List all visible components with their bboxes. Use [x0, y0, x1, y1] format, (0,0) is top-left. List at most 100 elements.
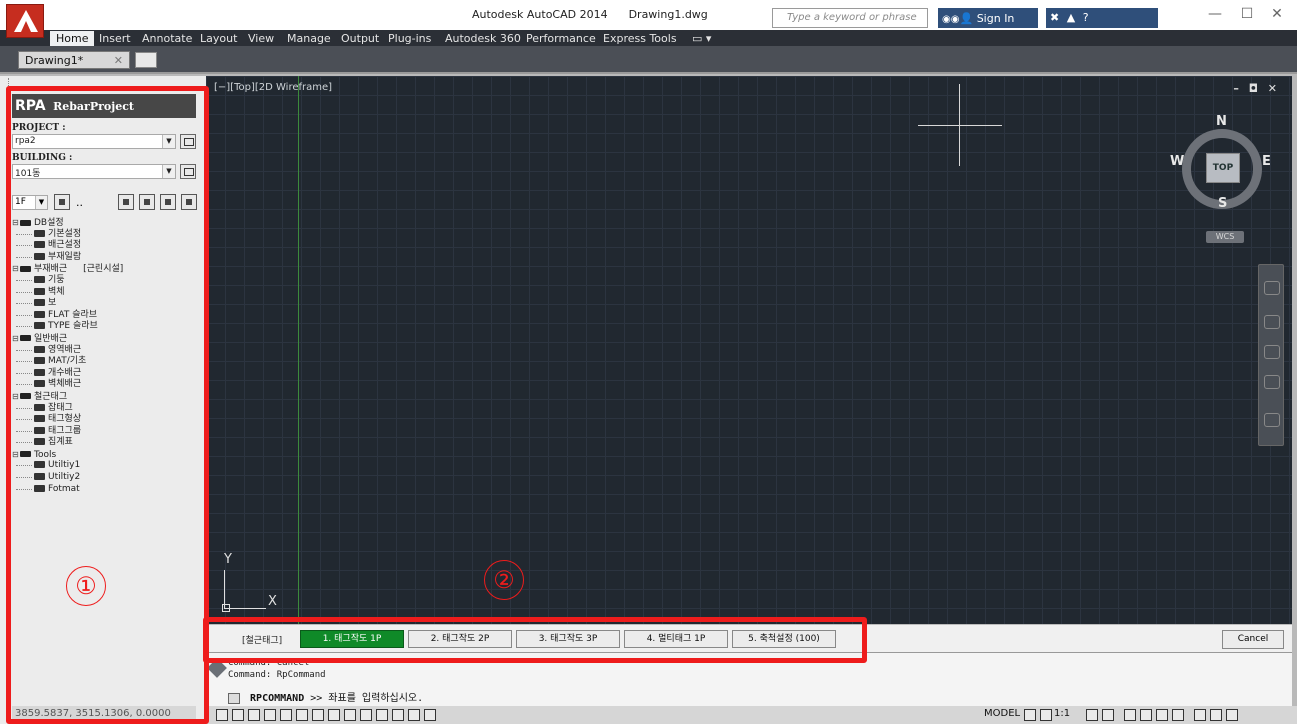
- quick-properties-icon[interactable]: [392, 709, 404, 721]
- search-input[interactable]: Type a keyword or phrase: [772, 8, 928, 28]
- dyn-icon[interactable]: [344, 709, 356, 721]
- viewport-label[interactable]: [−][Top][2D Wireframe]: [214, 82, 332, 93]
- a360-icon[interactable]: ▲: [1067, 11, 1077, 24]
- status-bar: MODEL 1:1: [206, 706, 1297, 724]
- tab-insert[interactable]: Insert: [99, 31, 131, 46]
- viewcube-top-face[interactable]: TOP: [1206, 153, 1240, 183]
- title-bar: Autodesk AutoCAD 2014 Drawing1.dwg Type …: [0, 0, 1297, 30]
- ucs-y-label: Y: [224, 552, 232, 567]
- lock-icon[interactable]: [1140, 709, 1152, 721]
- ucs-x-label: X: [268, 594, 277, 609]
- compass-south[interactable]: S: [1218, 196, 1227, 211]
- ribbon-toggle-icon[interactable]: ▭ ▾: [692, 31, 711, 46]
- zoom-icon[interactable]: [1264, 345, 1280, 359]
- annotation-visibility-icon[interactable]: [1086, 709, 1098, 721]
- fullscreen-icon[interactable]: [1226, 709, 1238, 721]
- ortho-icon[interactable]: [248, 709, 260, 721]
- 3d-osnap-icon[interactable]: [296, 709, 308, 721]
- tab-home[interactable]: Home: [50, 31, 95, 46]
- showmotion-icon[interactable]: [1264, 413, 1280, 427]
- steering-wheel-icon[interactable]: [1264, 281, 1280, 295]
- binoculars-icon[interactable]: ◉◉: [942, 14, 959, 25]
- tab-express-tools[interactable]: Express Tools: [603, 31, 677, 46]
- grid-display-icon[interactable]: [232, 709, 244, 721]
- tab-annotate[interactable]: Annotate: [142, 31, 192, 46]
- isolate-objects-icon[interactable]: [1172, 709, 1184, 721]
- cancel-button[interactable]: Cancel: [1222, 630, 1284, 649]
- canvas-right-border: [1292, 76, 1297, 724]
- minimize-button[interactable]: —: [1200, 6, 1230, 24]
- tab-autodesk-360[interactable]: Autodesk 360: [445, 31, 521, 46]
- command-input[interactable]: RPCOMMAND >> 좌표를 입력하십시오.: [228, 689, 1292, 705]
- viewport-controls[interactable]: – ◘ ✕: [1233, 82, 1280, 95]
- titlebar-tools[interactable]: ✖ ▲ ?: [1046, 8, 1158, 28]
- auto-scale-icon[interactable]: [1102, 709, 1114, 721]
- annotation-box-1: [6, 86, 209, 724]
- tab-output[interactable]: Output: [341, 31, 379, 46]
- help-icon[interactable]: ?: [1083, 11, 1091, 24]
- pan-icon[interactable]: [1264, 315, 1280, 329]
- otrack-icon[interactable]: [312, 709, 324, 721]
- annotation-box-2: [203, 617, 867, 663]
- selection-cycling-icon[interactable]: [408, 709, 420, 721]
- compass-east[interactable]: E: [1262, 154, 1271, 169]
- ucs-origin-icon: [222, 604, 230, 612]
- new-tab-button[interactable]: [135, 52, 157, 68]
- document-tab-label: Drawing1*: [25, 54, 84, 67]
- quick-view-layouts-icon[interactable]: [1024, 709, 1036, 721]
- app-name: Autodesk AutoCAD 2014: [472, 8, 608, 21]
- command-prompt-icon[interactable]: [228, 692, 240, 704]
- sign-in-button[interactable]: ◉◉ 👤 Sign In: [938, 8, 1038, 28]
- crosshair-vertical: [959, 84, 960, 166]
- user-icon: 👤: [959, 12, 974, 25]
- maximize-button[interactable]: ☐: [1232, 6, 1262, 24]
- hardware-acceleration-icon[interactable]: [1156, 709, 1168, 721]
- close-icon[interactable]: ✕: [114, 54, 123, 67]
- annotation-monitor-icon[interactable]: [424, 709, 436, 721]
- ucs-y-axis: [224, 570, 225, 608]
- tab-performance[interactable]: Performance: [526, 31, 596, 46]
- compass-west[interactable]: W: [1170, 154, 1184, 169]
- drawing-canvas[interactable]: [−][Top][2D Wireframe] – ◘ ✕ TOP N S E W…: [206, 76, 1292, 624]
- command-name: RPCOMMAND: [250, 693, 305, 704]
- command-history-line: Command: RpCommand: [228, 670, 326, 680]
- polar-icon[interactable]: [264, 709, 276, 721]
- lineweight-icon[interactable]: [360, 709, 372, 721]
- workspace-switching-icon[interactable]: [1124, 709, 1136, 721]
- document-tab[interactable]: Drawing1* ✕: [18, 51, 130, 69]
- ucs-x-axis: [224, 608, 266, 609]
- model-space-toggle[interactable]: MODEL: [984, 708, 1020, 719]
- wcs-menu[interactable]: WCS: [1206, 231, 1244, 243]
- status-menu-icon[interactable]: [1194, 709, 1206, 721]
- y-axis-line: [298, 76, 299, 624]
- viewcube[interactable]: TOP N S E W: [1168, 112, 1276, 230]
- crosshair-horizontal: [918, 125, 1002, 126]
- orbit-icon[interactable]: [1264, 375, 1280, 389]
- exchange-icon[interactable]: ✖: [1050, 11, 1061, 24]
- panel-grip-handle[interactable]: [8, 78, 14, 86]
- transparency-icon[interactable]: [376, 709, 388, 721]
- ribbon-tab-bar: Home Insert Annotate Layout View Manage …: [0, 30, 1297, 46]
- annotation-number-2: ②: [484, 560, 524, 600]
- command-prompt-text: >> 좌표를 입력하십시오.: [310, 693, 424, 704]
- application-menu-button[interactable]: [6, 4, 44, 38]
- compass-north[interactable]: N: [1216, 114, 1227, 129]
- annotation-number-1: ①: [66, 566, 106, 606]
- sign-in-label: Sign In: [976, 12, 1015, 25]
- tab-manage[interactable]: Manage: [287, 31, 331, 46]
- osnap-icon[interactable]: [280, 709, 292, 721]
- document-tab-strip: Drawing1* ✕: [0, 46, 1297, 74]
- tab-plugins[interactable]: Plug-ins: [388, 31, 431, 46]
- annotation-scale[interactable]: 1:1: [1054, 708, 1070, 719]
- navigation-bar: [1258, 264, 1284, 446]
- autocad-logo-icon: [14, 10, 38, 32]
- quick-view-drawings-icon[interactable]: [1040, 709, 1052, 721]
- infer-constraints-icon[interactable]: [216, 709, 228, 721]
- file-name: Drawing1.dwg: [628, 8, 708, 21]
- close-button[interactable]: ✕: [1262, 6, 1292, 24]
- window-title: Autodesk AutoCAD 2014 Drawing1.dwg: [472, 8, 708, 21]
- tab-layout[interactable]: Layout: [200, 31, 237, 46]
- ducs-icon[interactable]: [328, 709, 340, 721]
- tab-view[interactable]: View: [248, 31, 274, 46]
- clean-screen-icon[interactable]: [1210, 709, 1222, 721]
